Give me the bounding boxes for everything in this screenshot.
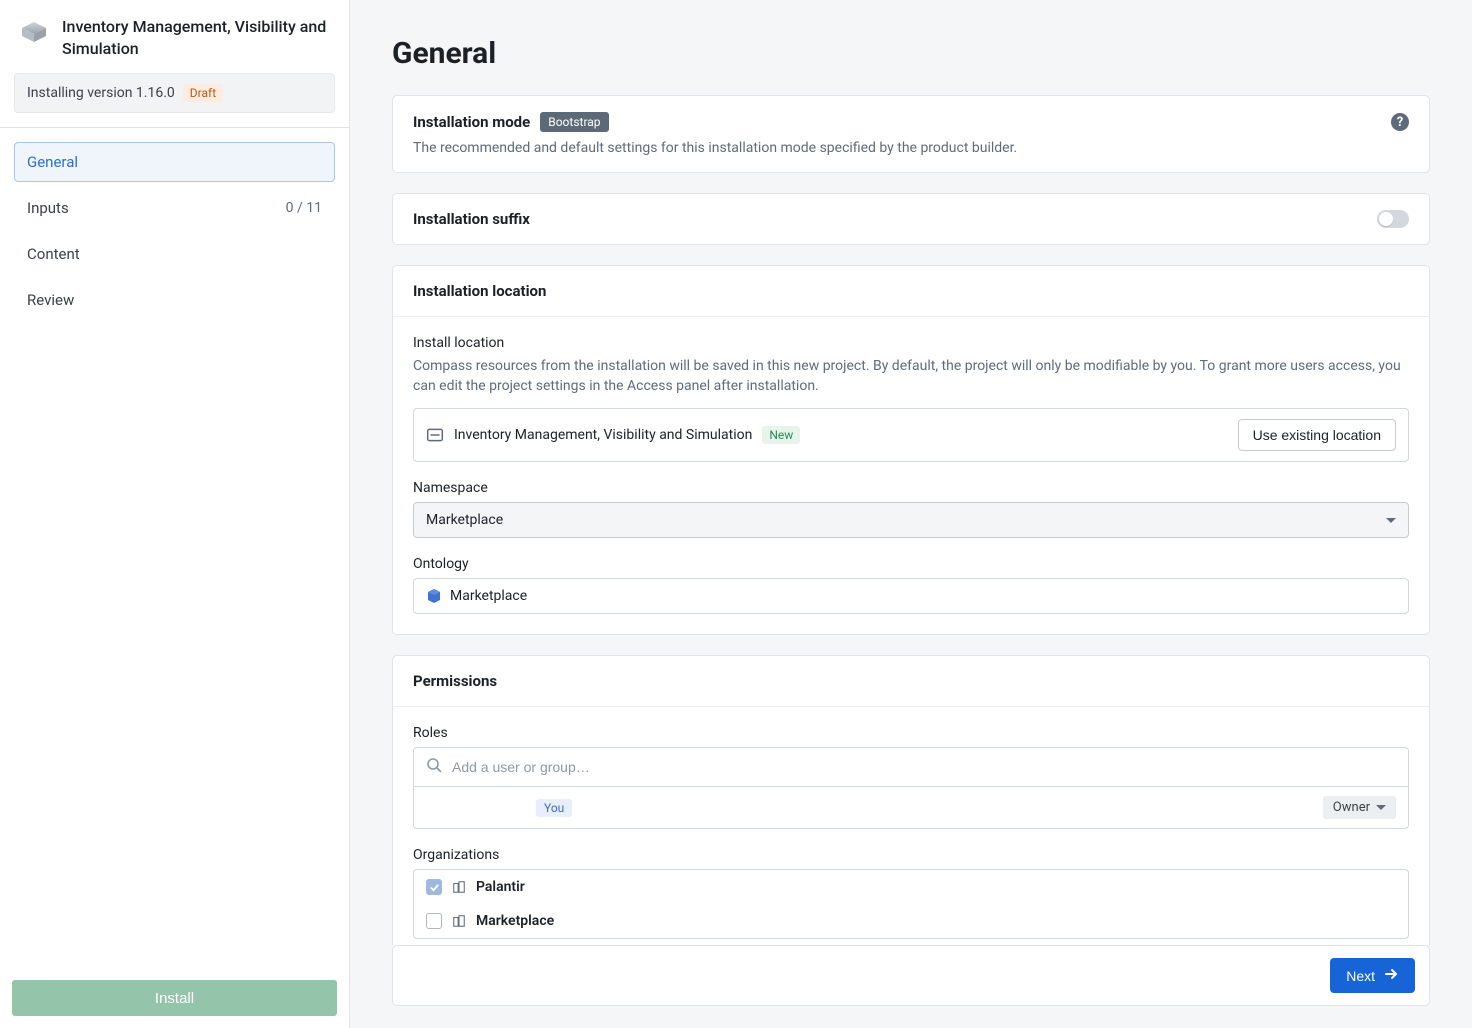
card-installation-mode: Installation mode Bootstrap ? The recomm… [392,95,1430,173]
main: General Installation mode Bootstrap ? Th… [350,0,1472,1028]
install-location-name: Inventory Management, Visibility and Sim… [454,427,752,443]
card-installation-suffix: Installation suffix [392,193,1430,245]
bootstrap-badge: Bootstrap [540,112,608,132]
footer-bar: Next [392,945,1430,1006]
namespace-select[interactable]: Marketplace [413,502,1409,538]
nav-label: Content [27,245,80,263]
sidebar-header: Inventory Management, Visibility and Sim… [0,0,349,73]
nav-label: General [27,153,78,171]
ontology-label: Ontology [413,556,1409,572]
org-row-marketplace[interactable]: Marketplace [414,904,1408,938]
owner-select[interactable]: Owner [1323,796,1396,819]
draft-badge: Draft [183,84,223,102]
permissions-title: Permissions [413,672,497,690]
role-row-you: You Owner [413,787,1409,829]
you-chip: You [536,799,572,817]
install-mode-title: Installation mode [413,113,530,131]
org-row-palantir[interactable]: Palantir [414,870,1408,904]
org-name: Palantir [476,879,525,895]
nav-label: Inputs [27,199,69,217]
nav-count: 0 / 11 [286,200,322,216]
sidebar-nav: General Inputs 0 / 11 Content Review [0,142,349,320]
page-title: General [392,36,1430,71]
card-installation-location: Installation location Install location C… [392,265,1430,635]
install-loc-help: Compass resources from the installation … [413,357,1409,396]
namespace-value: Marketplace [426,512,503,528]
org-icon [452,914,466,928]
next-label: Next [1346,968,1375,984]
install-location-title: Installation location [413,282,546,300]
use-existing-location-button[interactable]: Use existing location [1238,419,1396,451]
search-icon [426,757,442,777]
main-scroll[interactable]: General Installation mode Bootstrap ? Th… [350,0,1472,945]
nav-label: Review [27,291,74,309]
namespace-label: Namespace [413,480,1409,496]
ontology-value: Marketplace [450,588,527,604]
nav-general[interactable]: General [14,142,335,182]
help-icon[interactable]: ? [1391,113,1409,131]
install-button[interactable]: Install [12,980,337,1016]
org-checkbox-palantir[interactable] [426,879,442,895]
org-checkbox-marketplace[interactable] [426,913,442,929]
version-bar: Installing version 1.16.0 Draft [14,73,335,113]
roles-label: Roles [413,725,1409,741]
project-icon [426,426,444,444]
nav-review[interactable]: Review [14,280,335,320]
org-list: Palantir Marketplace [413,869,1409,939]
install-mode-description: The recommended and default settings for… [413,140,1409,156]
chevron-down-icon [1386,518,1396,523]
install-suffix-title: Installation suffix [413,210,530,228]
product-title: Inventory Management, Visibility and Sim… [62,16,331,59]
sidebar: Inventory Management, Visibility and Sim… [0,0,350,1028]
roles-search-input[interactable] [452,759,1396,775]
next-button[interactable]: Next [1330,958,1415,993]
chevron-down-icon [1376,805,1386,810]
new-badge: New [762,426,800,444]
card-permissions: Permissions Roles You Owner [392,655,1430,945]
cube-icon [426,588,442,604]
version-text: Installing version 1.16.0 [27,85,175,101]
arrow-right-icon [1383,966,1399,985]
sidebar-divider [0,127,349,128]
orgs-label: Organizations [413,847,1409,863]
product-icon [18,16,50,48]
ontology-field[interactable]: Marketplace [413,578,1409,614]
install-suffix-toggle[interactable] [1377,210,1409,228]
roles-search[interactable] [413,747,1409,787]
nav-inputs[interactable]: Inputs 0 / 11 [14,188,335,228]
nav-content[interactable]: Content [14,234,335,274]
org-icon [452,880,466,894]
owner-label: Owner [1333,800,1370,815]
install-loc-label: Install location [413,335,1409,351]
install-location-row: Inventory Management, Visibility and Sim… [413,408,1409,462]
org-name: Marketplace [476,913,554,929]
